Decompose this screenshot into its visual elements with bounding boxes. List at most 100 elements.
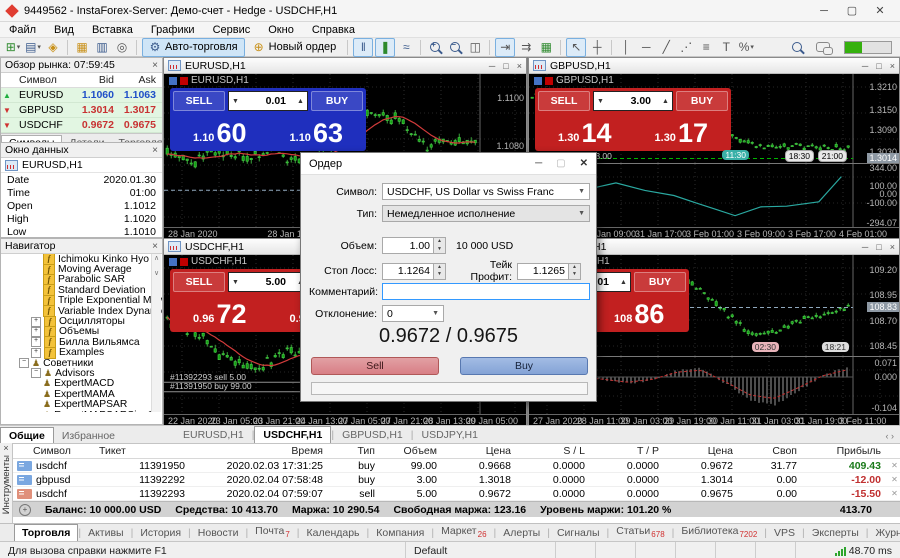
text-label-icon[interactable]: T [717,39,735,56]
navigator-tab-Общие[interactable]: Общие [0,427,54,444]
zoom-in-icon[interactable]: + [426,39,444,56]
buy-price-tile[interactable]: 1.1063 [270,114,364,148]
tree-item-expertmapsar[interactable]: ♟ExpertMAPSAR [1,399,162,409]
market-watch-icon[interactable]: ◈ [44,39,62,56]
maximize-button[interactable]: ▢ [838,1,866,21]
new-chart-icon[interactable]: ⊞▾ [4,39,22,56]
toolbox-tab-Журнал[interactable]: Журнал [869,525,900,541]
cursor-icon[interactable]: ↖ [566,38,586,57]
search-icon[interactable] [788,39,806,56]
volume-input[interactable]: 1.00 [382,237,434,254]
toolbox-tab-История[interactable]: История [133,525,188,541]
take-profit-input[interactable]: 1.1265 [517,263,569,280]
tree-item-ichimoku-kinko-hyo[interactable]: fIchimoku Kinko Hyo [1,254,162,264]
autotrade-button[interactable]: ⚙ Авто-торговля [142,38,245,57]
chart-window-titlebar[interactable]: GBPUSD,H1─□× [529,58,899,74]
tree-item-standard-deviation[interactable]: fStandard Deviation [1,285,162,295]
chart-tab-EURUSD,H1[interactable]: EURUSD,H1 [175,427,252,443]
sell-price-tile[interactable]: 1.3014 [538,114,632,148]
position-row[interactable]: gbpusd113922922020.02.04 07:58:48buy3.00… [13,473,900,487]
profiles-icon[interactable]: ▤▾ [24,39,42,56]
terminal-icon[interactable]: ◎ [113,39,131,56]
volume-spinner[interactable]: ▲▼ [434,237,446,254]
buy-button[interactable]: Buy [460,357,588,375]
chat-icon[interactable] [816,42,830,52]
comment-input[interactable] [382,283,590,300]
ocp-sell-button[interactable]: SELL [173,272,225,292]
type-select[interactable]: Немедленное исполнение▼ [382,205,590,222]
volume-stepper[interactable]: ▼5.00▲ [228,272,308,292]
buy-price-tile[interactable]: 10886 [593,295,687,329]
expand-icon[interactable]: + [19,504,31,516]
auto-scroll-icon[interactable]: ⇉ [517,39,535,56]
channel-icon[interactable]: ≡ [697,39,715,56]
expand-icon[interactable]: + [31,348,41,358]
tree-item-expertmacd[interactable]: ♟ExpertMACD [1,379,162,389]
chart-close-button[interactable]: × [517,61,522,71]
close-position-icon[interactable]: ✕ [887,461,900,470]
chart-tab-USDJPY,H1[interactable]: USDJPY,H1 [414,427,486,443]
volume-down-icon[interactable]: ▼ [229,279,242,286]
toolbox-tab-Новости[interactable]: Новости [191,525,246,541]
tree-item-moving-average[interactable]: fMoving Average [1,264,162,274]
toolbox-tab-Компания[interactable]: Компания [369,525,431,541]
toolbox-tab-Эксперты[interactable]: Эксперты [805,525,866,541]
trendline-icon[interactable]: ╱ [657,39,675,56]
tree-item-советники[interactable]: −♟Советники [1,358,162,368]
menu-Вставка[interactable]: Вставка [83,24,142,36]
tree-item-expertmama[interactable]: ♟ExpertMAMA [1,389,162,399]
ocp-sell-button[interactable]: SELL [538,91,590,111]
take-profit-spinner[interactable]: ▲▼ [569,263,581,280]
volume-down-icon[interactable]: ▼ [229,98,242,105]
market-watch-close-icon[interactable]: × [152,60,158,71]
chart-plot-area[interactable]: GBPUSD,H1SELL▼3.00▲BUY1.30141.30171.3210… [529,74,899,163]
stop-loss-input[interactable]: 1.1264 [382,263,434,280]
expand-icon[interactable]: + [31,337,41,347]
tree-item-triple-exponential-movin[interactable]: fTriple Exponential Movin [1,296,162,306]
shapes-icon[interactable]: %▾ [737,39,755,56]
sell-price-tile[interactable]: 1.1060 [173,114,267,148]
data-window-close-icon[interactable]: × [152,145,158,156]
volume-up-icon[interactable]: ▲ [617,279,630,286]
chart-minimize-button[interactable]: ─ [862,242,868,252]
close-position-icon[interactable]: ✕ [887,475,900,484]
vertical-line-icon[interactable]: │ [617,39,635,56]
deviation-select[interactable]: 0▼ [382,305,444,322]
menu-Окно[interactable]: Окно [259,24,303,36]
toolbox-tab-Почта[interactable]: Почта7 [248,523,297,541]
ocp-sell-button[interactable]: SELL [173,91,225,111]
chart-maximize-button[interactable]: □ [876,61,881,71]
volume-down-icon[interactable]: ▼ [594,98,607,105]
position-row[interactable]: usdchf113922932020.02.04 07:59:07sell5.0… [13,487,900,501]
expand-icon[interactable]: + [31,327,41,337]
stop-loss-spinner[interactable]: ▲▼ [434,263,446,280]
volume-up-icon[interactable]: ▲ [294,98,307,105]
chart-tab-GBPUSD,H1[interactable]: GBPUSD,H1 [334,427,411,443]
ocp-buy-button[interactable]: BUY [676,91,728,111]
collapse-icon[interactable]: − [31,368,41,378]
market-watch-row[interactable]: ▲EURUSD1.10601.1063 [1,88,162,103]
menu-Файл[interactable]: Файл [0,24,45,36]
toolbox-tab-Алерты[interactable]: Алерты [496,525,547,541]
chart-maximize-button[interactable]: □ [876,242,881,252]
toolbox-close-icon[interactable]: × [3,443,8,453]
collapse-icon[interactable]: − [19,358,29,368]
chart-tab-USDCHF,H1[interactable]: USDCHF,H1 [254,426,331,443]
line-chart-icon[interactable]: ≈ [397,39,415,56]
toolbox-tab-VPS[interactable]: VPS [767,525,802,541]
menu-Сервис[interactable]: Сервис [204,24,260,36]
close-button[interactable]: ✕ [866,1,894,21]
market-watch-row[interactable]: ▼USDCHF0.96720.9675 [1,118,162,133]
navigator-icon[interactable]: ▥ [93,39,111,56]
order-dialog-titlebar[interactable]: Ордер ─ ▢ ✕ [301,153,596,175]
sell-price-tile[interactable]: 0.9672 [173,295,267,329]
chart-maximize-button[interactable]: □ [503,61,508,71]
navigator-tab-Избранное[interactable]: Избранное [54,428,123,444]
menu-Вид[interactable]: Вид [45,24,83,36]
close-position-icon[interactable]: ✕ [887,489,900,498]
zoom-out-icon[interactable]: − [446,39,464,56]
market-watch-row[interactable]: ▼GBPUSD1.30141.3017 [1,103,162,118]
chart-shift-icon[interactable]: ⇥ [495,38,515,57]
menu-Графики[interactable]: Графики [142,24,204,36]
volume-stepper[interactable]: ▼3.00▲ [593,91,673,111]
